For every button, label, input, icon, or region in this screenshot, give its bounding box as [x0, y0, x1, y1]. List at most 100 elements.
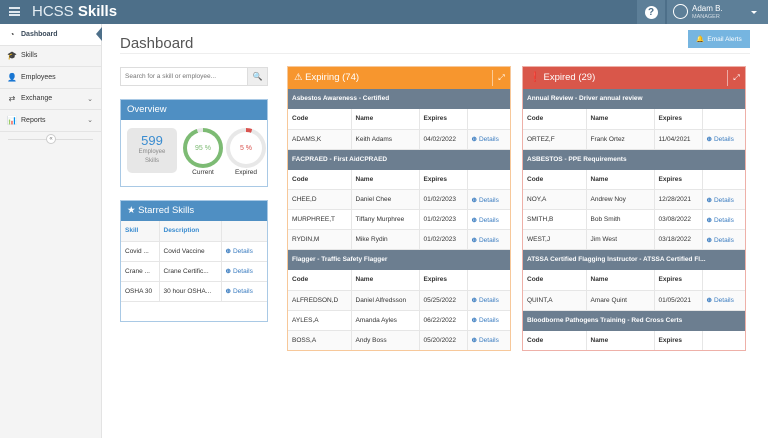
skill-group-header: ASBESTOS - PPE Requirements	[523, 149, 745, 170]
user-name: Adam B.	[692, 4, 723, 13]
expires-cell: 01/02/2023	[419, 209, 468, 230]
current-gauge[interactable]: 95 %	[183, 128, 223, 168]
current-label: Current	[192, 169, 214, 176]
column-header: Name	[351, 109, 420, 130]
user-role: MANAGER	[692, 14, 720, 20]
star-icon: ★	[127, 205, 136, 216]
table-row: SMITH,B Bob Smith 03/08/2022 ⊕ Details	[523, 209, 745, 230]
table-row: WEST,J Jim West 03/18/2022 ⊕ Details	[523, 229, 745, 250]
details-label: Details	[232, 248, 253, 255]
email-alerts-button[interactable]: 🔔 Email Alerts	[688, 30, 750, 48]
table-row: ORTEZ,F Frank Ortez 11/04/2021 ⊕ Details	[523, 129, 745, 150]
table-row: BOSS,A Andy Boss 05/20/2022 ⊕ Details	[288, 330, 510, 350]
expiring-panel: ⚠ Expiring (74) ⤢ Asbestos Awareness - Cer…	[287, 66, 511, 351]
search-button[interactable]: 🔍	[247, 67, 268, 86]
expired-header: ❗ Expired (29) ⤢	[523, 67, 745, 89]
table-row: QUINT,A Amare Quint 01/05/2021 ⊕ Details	[523, 290, 745, 311]
details-label: Details	[232, 268, 253, 275]
column-header: Expires	[654, 109, 703, 130]
employee-count: 599	[141, 133, 163, 148]
skill-cell: Crane ...	[121, 261, 160, 282]
sidebar-item-employees[interactable]: 👤 Employees	[0, 67, 101, 89]
sidebar-item-skills[interactable]: 🎓 Skills	[0, 46, 101, 67]
details-link[interactable]: ⊕ Details	[221, 281, 267, 302]
user-menu[interactable]: Adam B. MANAGER	[667, 0, 768, 24]
details-label: Details	[478, 337, 499, 344]
details-label: Details	[478, 317, 499, 324]
details-label: Details	[232, 288, 253, 295]
code-cell: QUINT,A	[523, 290, 587, 311]
expires-cell: 06/22/2022	[419, 310, 468, 331]
sidebar-item-label: Skills	[21, 52, 38, 60]
column-header: Name	[586, 270, 655, 291]
column-header: Code	[523, 330, 587, 350]
expires-cell: 05/20/2022	[419, 330, 468, 350]
expires-cell: 03/18/2022	[654, 229, 703, 250]
expired-label: Expired	[234, 169, 258, 176]
employee-table: Code Name Expires CHEE,D Daniel Chee 01/02/20…	[288, 169, 510, 250]
app-logo: HCSS Skills	[32, 3, 117, 20]
details-link[interactable]: ⊕ Details	[467, 209, 510, 230]
starred-skills-table: Skill Description Covid ... Covid Vaccine ⊕ D…	[121, 221, 267, 302]
zoom-in-icon: ⊕	[706, 297, 712, 304]
column-header	[702, 330, 745, 350]
sidebar-item-dashboard[interactable]: ◔ Dashboard	[0, 24, 102, 46]
help-button[interactable]: ?	[637, 0, 665, 24]
details-label: Details	[478, 297, 499, 304]
table-row: NOY,A Andrew Noy 12/28/2021 ⊕ Details	[523, 189, 745, 210]
column-header[interactable]	[221, 221, 267, 242]
expired-title: Expired (29)	[543, 72, 596, 83]
employee-skills-stat[interactable]: 599 Employee Skills	[127, 128, 177, 173]
zoom-in-icon: ⊕	[706, 216, 712, 224]
details-label: Details	[713, 236, 734, 244]
column-header: Code	[288, 270, 352, 291]
expand-icon[interactable]: ⤢	[727, 70, 745, 86]
collapse-sidebar-button[interactable]: «	[46, 133, 56, 144]
expired-gauge[interactable]: 5 %	[226, 128, 266, 168]
details-link[interactable]: ⊕ Details	[467, 189, 510, 210]
details-link[interactable]: ⊕ Details	[702, 129, 745, 150]
details-link[interactable]: ⊕ Details	[702, 290, 745, 311]
table-row: ADAMS,K Keith Adams 04/02/2022 ⊕ Details	[288, 129, 510, 150]
sidebar-item-reports[interactable]: 📊 Reports ⌄	[0, 110, 101, 132]
zoom-in-icon: ⊕	[225, 268, 231, 275]
details-link[interactable]: ⊕ Details	[467, 229, 510, 250]
details-link[interactable]: ⊕ Details	[221, 261, 267, 282]
description-cell: Covid Vaccine	[159, 241, 222, 262]
code-cell: ALFREDSON,D	[288, 290, 352, 311]
details-link[interactable]: ⊕ Details	[702, 229, 745, 250]
code-cell: NOY,A	[523, 189, 587, 210]
column-header	[702, 270, 745, 291]
column-header: Expires	[419, 109, 468, 130]
zoom-in-icon: ⊕	[706, 136, 712, 143]
column-header[interactable]: Description	[159, 221, 222, 242]
expires-cell: 12/28/2021	[654, 189, 703, 210]
search-input[interactable]	[120, 67, 248, 86]
code-cell: RYDIN,M	[288, 229, 352, 250]
zoom-in-icon: ⊕	[225, 288, 231, 295]
column-header: Expires	[654, 270, 703, 291]
column-header	[467, 270, 510, 291]
employee-table: Code Name Expires QUINT,A Amare Quint 01/05/2…	[523, 270, 745, 311]
details-link[interactable]: ⊕ Details	[702, 209, 745, 230]
details-link[interactable]: ⊕ Details	[467, 129, 510, 150]
column-header[interactable]: Skill	[121, 221, 160, 242]
column-header	[467, 169, 510, 190]
expires-cell: 11/04/2021	[654, 129, 703, 150]
details-link[interactable]: ⊕ Details	[467, 290, 510, 311]
details-link[interactable]: ⊕ Details	[467, 310, 510, 331]
employee-table: Code Name Expires NOY,A Andrew Noy 12/28/2021…	[523, 169, 745, 250]
details-link[interactable]: ⊕ Details	[702, 189, 745, 210]
sidebar-item-exchange[interactable]: ⇄ Exchange ⌄	[0, 89, 101, 110]
expires-cell: 03/08/2022	[654, 209, 703, 230]
hamburger-menu-icon[interactable]	[9, 7, 20, 16]
code-cell: AYLES,A	[288, 310, 352, 331]
details-link[interactable]: ⊕ Details	[467, 330, 510, 350]
details-label: Details	[713, 196, 734, 204]
details-link[interactable]: ⊕ Details	[221, 241, 267, 262]
details-label: Details	[713, 297, 734, 304]
details-label: Details	[713, 136, 734, 143]
expand-icon[interactable]: ⤢	[492, 70, 510, 86]
column-header	[702, 169, 745, 190]
expires-cell: 04/02/2022	[419, 129, 468, 150]
